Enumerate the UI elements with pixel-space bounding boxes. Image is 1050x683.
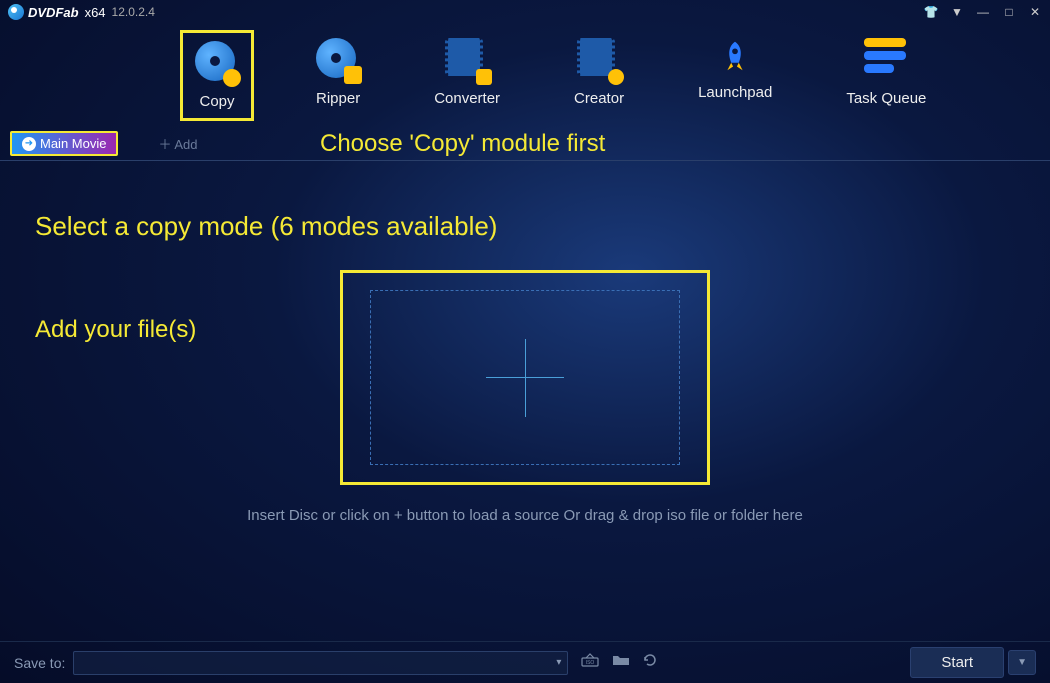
rocket-icon <box>716 38 754 76</box>
app-name: DVDFab <box>28 5 79 20</box>
drop-zone-highlight <box>340 270 710 485</box>
start-dropdown[interactable]: ▼ <box>1008 650 1036 675</box>
shirt-icon[interactable]: 👕 <box>924 5 938 19</box>
plus-icon: ＋ <box>158 137 171 152</box>
module-converter[interactable]: Converter <box>422 30 512 121</box>
arrow-right-icon: ➜ <box>22 137 36 151</box>
start-button[interactable]: Start <box>910 647 1004 678</box>
module-task-queue[interactable]: Task Queue <box>834 30 938 121</box>
plus-icon <box>485 338 565 418</box>
converter-icon <box>445 38 489 82</box>
ripper-icon <box>316 38 360 82</box>
save-to-label: Save to: <box>14 655 65 671</box>
main-movie-button[interactable]: ➜ Main Movie <box>10 131 118 156</box>
app-arch: x64 <box>85 5 106 20</box>
module-label: Ripper <box>316 90 360 107</box>
drop-zone[interactable] <box>370 290 680 465</box>
add-label: Add <box>174 137 197 152</box>
iso-icon[interactable]: ISO <box>580 652 600 673</box>
footer-bar: Save to: ISO Start ▼ <box>0 641 1050 683</box>
refresh-icon[interactable] <box>642 652 658 673</box>
app-logo-icon <box>8 4 24 20</box>
maximize-icon[interactable]: □ <box>1002 5 1016 19</box>
module-creator[interactable]: Creator <box>562 30 636 121</box>
add-button[interactable]: ＋ Add <box>158 134 197 153</box>
dropdown-icon[interactable]: ▼ <box>950 5 964 19</box>
app-version: 12.0.2.4 <box>112 5 155 19</box>
module-label: Converter <box>434 90 500 107</box>
start-label: Start <box>941 654 973 671</box>
svg-text:ISO: ISO <box>586 660 595 666</box>
copy-icon <box>195 41 239 85</box>
module-launchpad[interactable]: Launchpad <box>686 30 784 121</box>
module-copy[interactable]: Copy <box>180 30 254 121</box>
folder-icon[interactable] <box>612 653 630 672</box>
module-tabs: Copy Ripper Converter Creator Launchpad … <box>0 24 1050 121</box>
minimize-icon[interactable]: — <box>976 5 990 19</box>
main-movie-label: Main Movie <box>40 136 106 151</box>
creator-icon <box>577 38 621 82</box>
choose-module-hint: Choose 'Copy' module first <box>320 130 605 158</box>
select-mode-label: Select a copy mode (6 modes available) <box>35 211 1015 242</box>
add-files-label: Add your file(s) <box>35 316 196 344</box>
module-label: Task Queue <box>846 90 926 107</box>
module-label: Creator <box>574 90 624 107</box>
close-icon[interactable]: ✕ <box>1028 5 1042 19</box>
module-ripper[interactable]: Ripper <box>304 30 372 121</box>
queue-icon <box>864 38 908 82</box>
module-label: Launchpad <box>698 84 772 101</box>
drop-hint-text: Insert Disc or click on + button to load… <box>35 507 1015 524</box>
save-path-dropdown[interactable] <box>73 651 568 675</box>
main-area: Select a copy mode (6 modes available) A… <box>0 161 1050 524</box>
window-controls: 👕 ▼ — □ ✕ <box>924 5 1042 19</box>
secondary-bar: ➜ Main Movie ＋ Add Choose 'Copy' module … <box>0 127 1050 161</box>
module-label: Copy <box>199 93 234 110</box>
title-bar: DVDFab x64 12.0.2.4 👕 ▼ — □ ✕ <box>0 0 1050 24</box>
